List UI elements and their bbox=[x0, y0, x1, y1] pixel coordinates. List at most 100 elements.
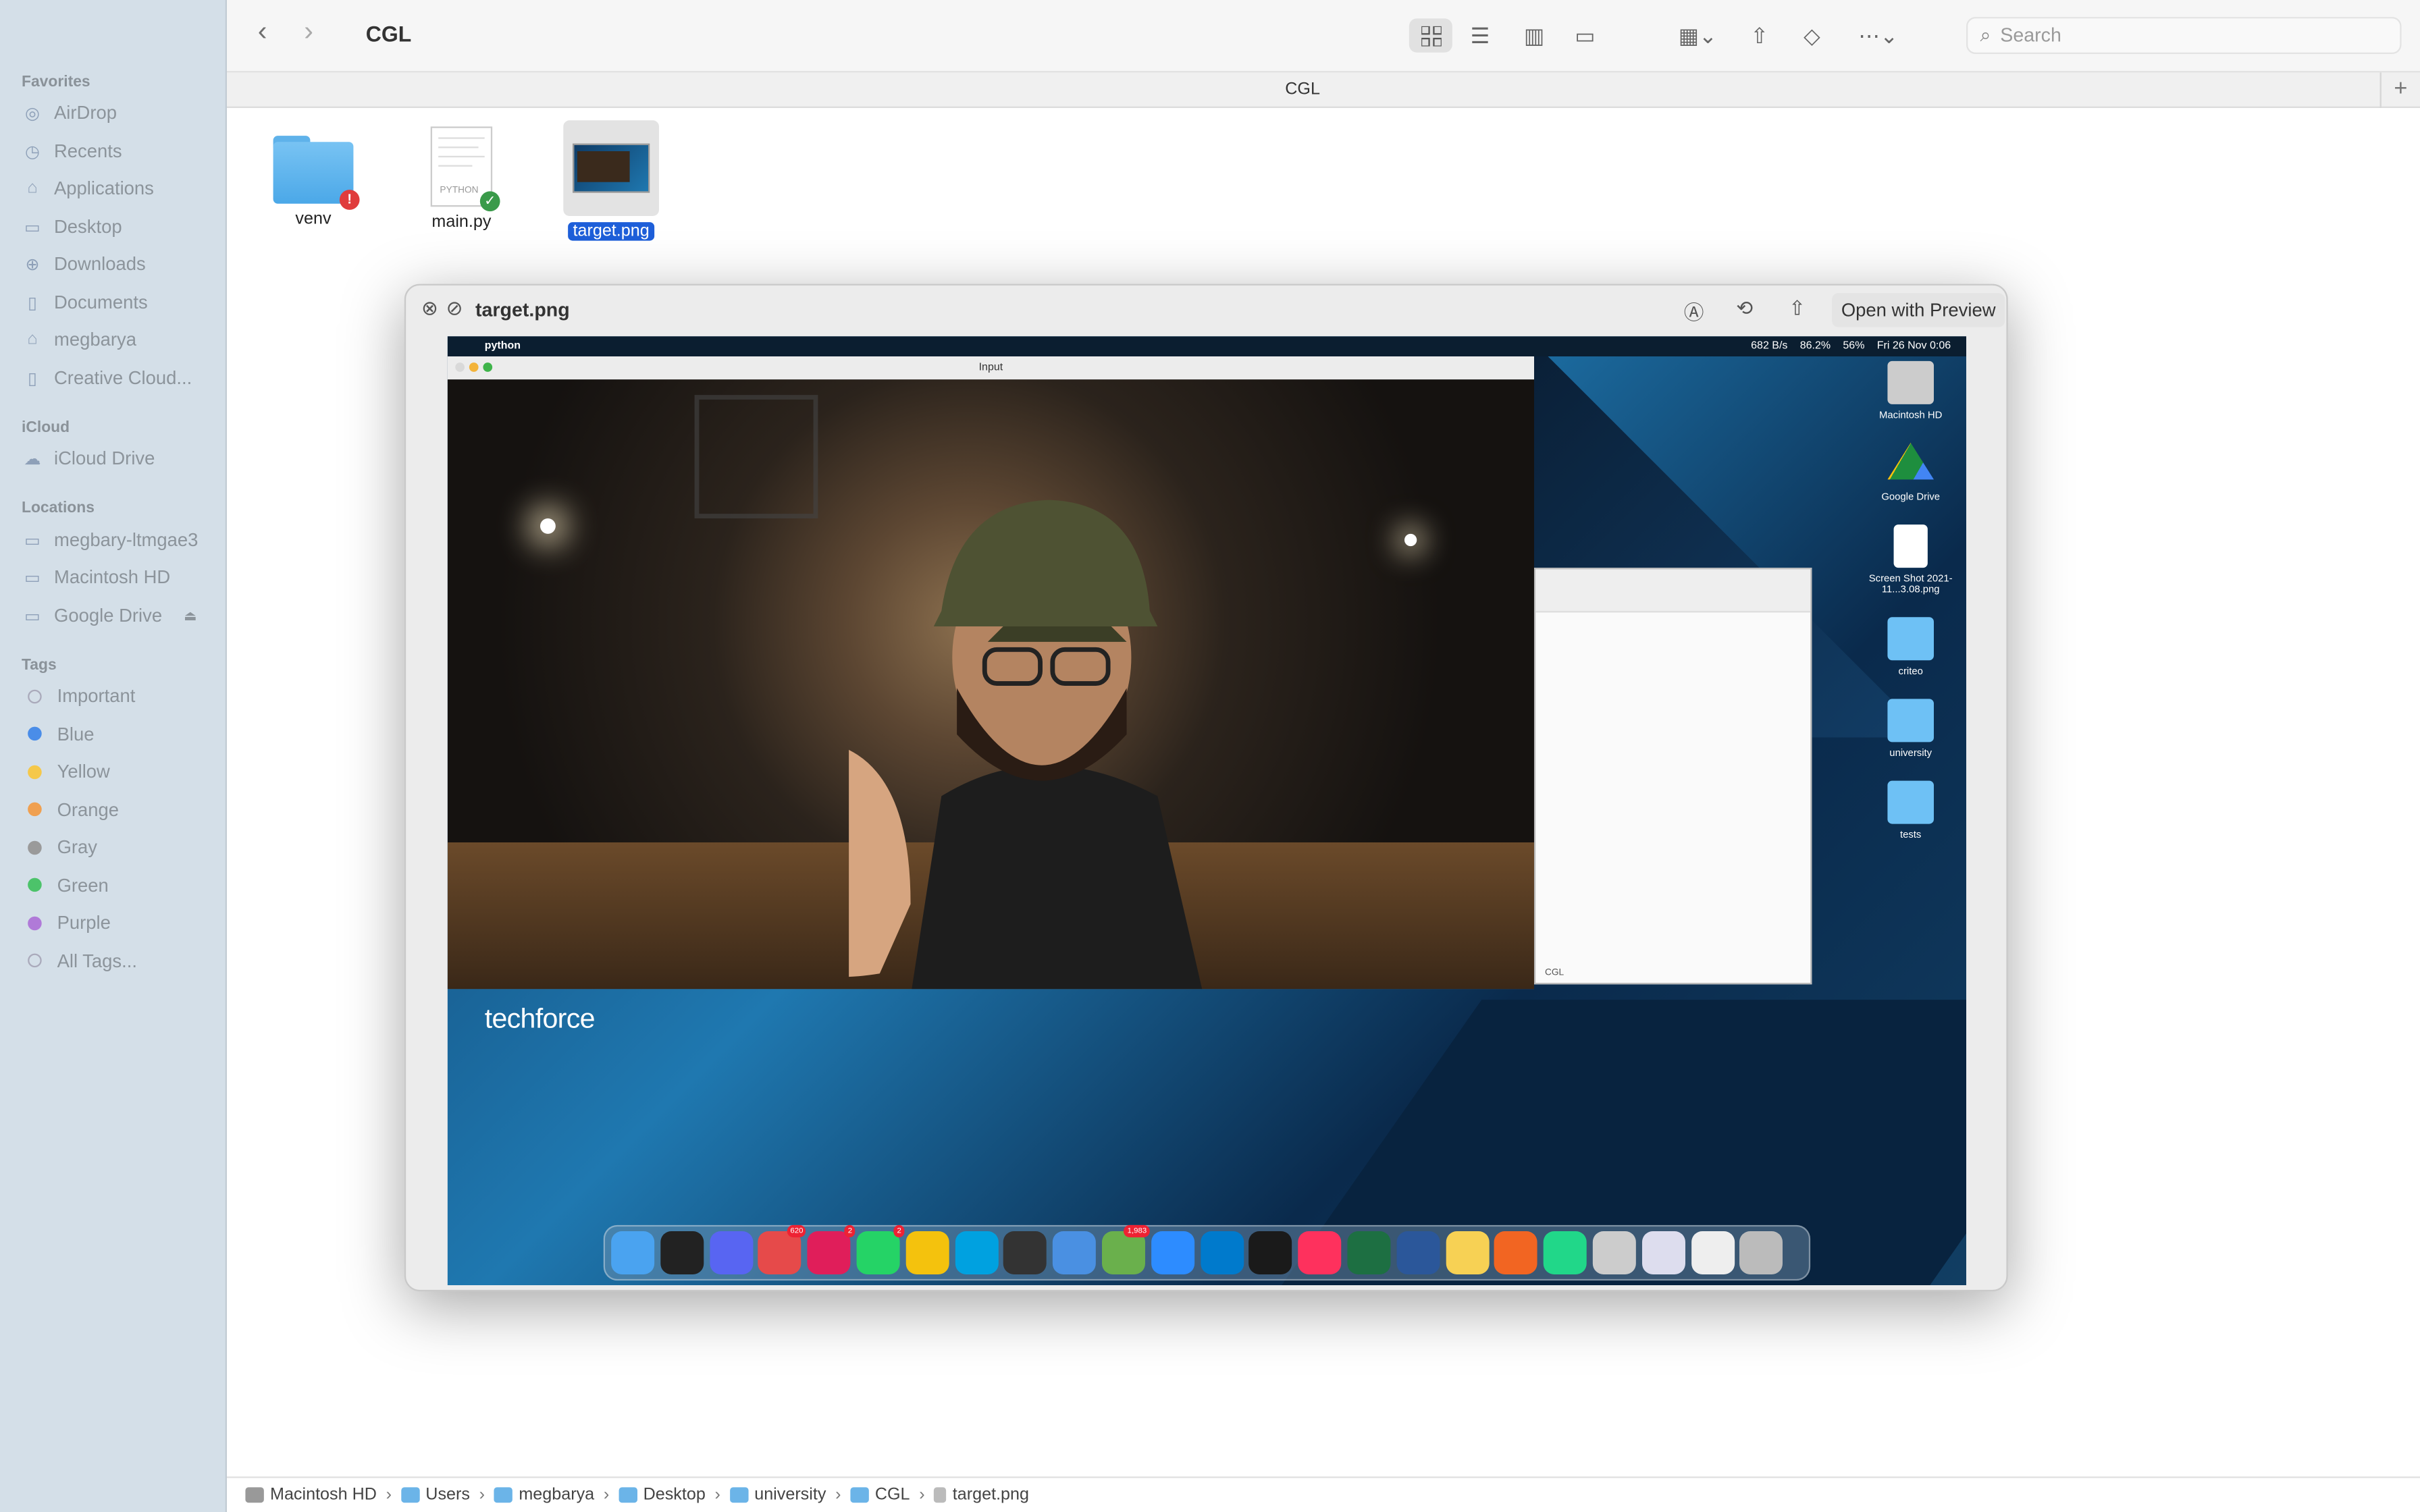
gallery-icon: ▭ bbox=[1575, 22, 1596, 47]
chevron-right-icon: › bbox=[386, 1486, 392, 1505]
webcam-photo bbox=[447, 379, 1534, 990]
dock-badge: 620 bbox=[787, 1224, 807, 1238]
selection-highlight bbox=[563, 120, 659, 216]
dock-app-icon bbox=[1200, 1231, 1244, 1274]
sidebar-item-applications[interactable]: ⌂ Applications bbox=[22, 171, 222, 205]
sidebar-tag-important[interactable]: Important bbox=[22, 679, 222, 713]
dock-app-icon bbox=[1396, 1231, 1440, 1274]
file-item-venv[interactable]: ! venv bbox=[259, 120, 367, 232]
webcam-titlebar: Input bbox=[447, 356, 1534, 380]
breadcrumb-item[interactable]: CGL bbox=[850, 1486, 910, 1505]
more-button[interactable]: ⋯⌄ bbox=[1852, 18, 1905, 52]
desktop-icon-label: criteo bbox=[1898, 666, 1923, 678]
gallery-view-button[interactable]: ▭ bbox=[1567, 18, 1604, 52]
markup-icon: Ⓐ bbox=[1683, 300, 1704, 324]
sidebar-tag-yellow[interactable]: Yellow bbox=[22, 755, 222, 788]
breadcrumb-item[interactable]: Macintosh HD bbox=[245, 1486, 377, 1505]
mini-finder-path: CGL bbox=[1544, 969, 1564, 979]
sidebar-item-label: All Tags... bbox=[57, 949, 137, 971]
sidebar-item-label: Macintosh HD bbox=[53, 566, 171, 588]
google-drive-icon bbox=[1887, 442, 1934, 480]
file-item-main-py[interactable]: PYTHON ✓ main.py bbox=[407, 120, 515, 234]
rotate-button[interactable]: ⟲ bbox=[1736, 296, 1753, 321]
webcam-window-title: Input bbox=[978, 362, 1003, 374]
cloud-icon: ☁ bbox=[24, 450, 41, 468]
sidebar-item-label: Green bbox=[57, 873, 109, 896]
sidebar-tag-orange[interactable]: Orange bbox=[22, 792, 222, 826]
sidebar-item-desktop[interactable]: ▭ Desktop bbox=[22, 210, 222, 244]
list-icon: ☰ bbox=[1470, 22, 1490, 47]
quicklook-panel: ⊗ ⊘ target.png Ⓐ ⟲ ⇧ Open with Preview p… bbox=[404, 284, 2008, 1292]
dock-app-icon bbox=[1298, 1231, 1342, 1274]
sidebar-tag-blue[interactable]: Blue bbox=[22, 717, 222, 751]
breadcrumb-item[interactable]: Users bbox=[400, 1486, 470, 1505]
new-tab-button[interactable]: + bbox=[2379, 72, 2420, 108]
forward-button[interactable]: › bbox=[304, 16, 313, 48]
breadcrumb-label: Macintosh HD bbox=[269, 1486, 377, 1505]
close-button[interactable]: ⊗ bbox=[421, 296, 438, 321]
sidebar-item-downloads[interactable]: ⊕ Downloads bbox=[22, 247, 222, 281]
breadcrumb-item[interactable]: megbarya bbox=[494, 1486, 595, 1505]
desktop-icon-macintosh-hd: Macintosh HD bbox=[1855, 360, 1966, 421]
desktop-icon-criteo: criteo bbox=[1855, 617, 1966, 677]
breadcrumb-label: megbarya bbox=[519, 1486, 595, 1505]
file-item-target-png[interactable]: target.png bbox=[557, 120, 665, 244]
chevron-right-icon: › bbox=[919, 1486, 925, 1505]
window-title: CGL bbox=[365, 21, 412, 47]
dock-app-icon bbox=[1739, 1231, 1783, 1274]
fullscreen-button[interactable]: ⊘ bbox=[446, 296, 463, 321]
sidebar-tag-green[interactable]: Green bbox=[22, 868, 222, 902]
sidebar-item-home[interactable]: ⌂ megbarya bbox=[22, 323, 222, 356]
chevron-right-icon: › bbox=[714, 1486, 720, 1505]
group-button[interactable]: ▦⌄ bbox=[1671, 18, 1724, 52]
sidebar-item-label: Gray bbox=[57, 836, 98, 858]
sidebar-tag-all-tags-[interactable]: All Tags... bbox=[22, 944, 222, 977]
sidebar-section-favorites: Favorites bbox=[21, 74, 90, 91]
sidebar-item-computer[interactable]: ▭ megbary-ltmgae3 bbox=[22, 523, 222, 557]
chevron-right-icon: › bbox=[603, 1486, 610, 1505]
share-button[interactable]: ⇧ bbox=[1789, 296, 1806, 321]
share-icon: ⇧ bbox=[1789, 296, 1806, 320]
sidebar-item-airdrop[interactable]: ◎ AirDrop bbox=[22, 96, 222, 130]
column-view-button[interactable]: ▥ bbox=[1516, 18, 1553, 52]
markup-button[interactable]: Ⓐ bbox=[1684, 296, 1704, 325]
sidebar-item-label: Applications bbox=[53, 177, 154, 199]
grid-icon bbox=[1420, 25, 1441, 46]
sidebar-tag-gray[interactable]: Gray bbox=[22, 830, 222, 864]
list-view-button[interactable]: ☰ bbox=[1462, 18, 1499, 52]
dock-badge: 2 bbox=[893, 1224, 905, 1238]
open-with-preview-button[interactable]: Open with Preview bbox=[1832, 293, 2005, 327]
sidebar-section-icloud: iCloud bbox=[21, 419, 70, 437]
breadcrumb-label: Desktop bbox=[643, 1486, 706, 1505]
icon-view-button[interactable] bbox=[1409, 18, 1452, 53]
share-button[interactable]: ⇧ bbox=[1744, 18, 1775, 52]
sidebar-item-documents[interactable]: ▯ Documents bbox=[22, 286, 222, 319]
search-field[interactable]: ⌕ Search bbox=[1966, 17, 2402, 54]
sidebar-item-recents[interactable]: ◷ Recents bbox=[22, 134, 222, 168]
dock-app-icon: 2 bbox=[807, 1224, 856, 1274]
sidebar-item-icloud-drive[interactable]: ☁ iCloud Drive bbox=[22, 441, 222, 475]
sidebar-item-macintosh-hd[interactable]: ▭ Macintosh HD bbox=[22, 560, 222, 594]
breadcrumb-item[interactable]: Desktop bbox=[618, 1486, 706, 1505]
back-button[interactable]: ‹ bbox=[258, 16, 267, 48]
breadcrumb-item[interactable]: university bbox=[729, 1486, 826, 1505]
sidebar-item-creative-cloud[interactable]: ▯ Creative Cloud... bbox=[22, 361, 222, 395]
disk-icon bbox=[245, 1487, 264, 1503]
sidebar-item-label: Yellow bbox=[57, 760, 110, 782]
ellipsis-icon: ⋯⌄ bbox=[1858, 22, 1899, 47]
tag-dot-icon bbox=[28, 688, 42, 703]
sidebar-tag-purple[interactable]: Purple bbox=[22, 906, 222, 940]
dock-app-icon bbox=[1641, 1231, 1685, 1274]
rotate-icon: ⟲ bbox=[1736, 296, 1754, 320]
tag-button[interactable]: ◇ bbox=[1797, 18, 1828, 52]
desktop-icon-label: tests bbox=[1899, 830, 1922, 841]
file-name: venv bbox=[295, 209, 332, 229]
traffic-lights bbox=[455, 362, 493, 372]
tag-dot-icon bbox=[28, 953, 42, 968]
menubar-clock: Fri 26 Nov 0:06 bbox=[1876, 341, 1951, 352]
background-finder-window: CGL bbox=[1533, 568, 1812, 985]
tab-cgl[interactable]: CGL bbox=[227, 80, 2378, 99]
sidebar-item-google-drive[interactable]: ▭ Google Drive ⏏ bbox=[22, 599, 222, 632]
breadcrumb-item[interactable]: target.png bbox=[934, 1486, 1029, 1505]
eject-icon[interactable]: ⏏ bbox=[184, 607, 196, 624]
